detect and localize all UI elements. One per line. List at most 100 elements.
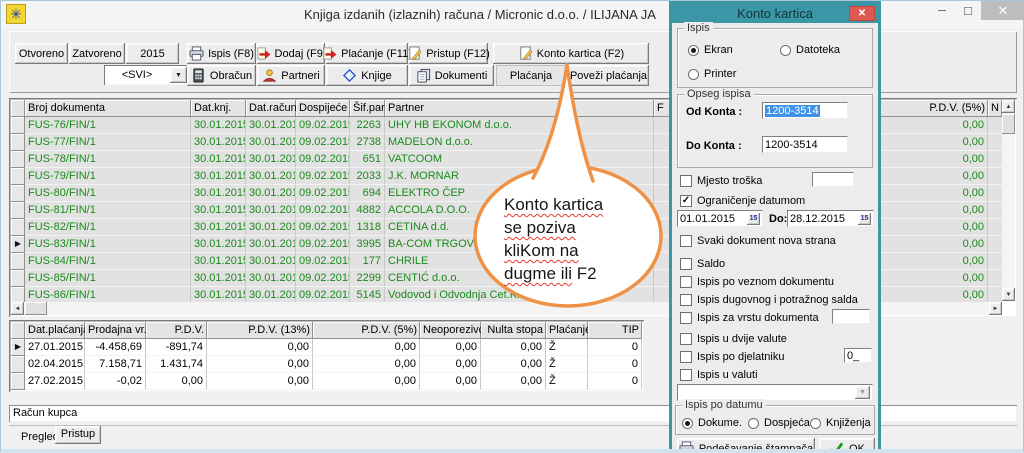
header-dat-knj: Dat.knj. (191, 100, 246, 117)
checkbox-veznom[interactable]: Ispis po veznom dokumentu (680, 275, 834, 289)
radio-datoteka[interactable]: Datoteka (780, 43, 840, 57)
checkbox-vrstu-dokumenta[interactable]: Ispis za vrstu dokumenta (680, 311, 819, 325)
minimize-icon[interactable]: ─ (929, 1, 955, 21)
do-konta-input[interactable]: 1200-3514 (762, 136, 848, 153)
cell-pdv5: 0,00 (869, 219, 988, 236)
date-from-value: 01.01.2015 (680, 213, 735, 225)
dialog-title-bar[interactable]: Konto kartica (672, 4, 878, 23)
radio-knjizenja[interactable]: Knjiženja (810, 416, 871, 430)
scroll-left-icon[interactable]: ◄ (11, 302, 24, 315)
radio-printer[interactable]: Printer (688, 67, 736, 81)
chevron-down-icon[interactable]: ▼ (855, 386, 870, 399)
zatvoreno-label: Zatvoreno (72, 48, 122, 60)
ispis-button[interactable]: Ispis (F8) (187, 43, 256, 64)
otvoreno-label: Otvoreno (19, 48, 64, 60)
checkbox-mjesto-troska[interactable]: Mjesto troška (680, 174, 762, 188)
cell: 0,00 (207, 356, 313, 373)
checkbox-label: Ispis po veznom dokumentu (697, 276, 834, 288)
tab-pristup[interactable]: Pristup (55, 426, 101, 444)
vertical-scrollbar[interactable]: ▲ ▼ (1002, 100, 1015, 301)
checkbox-icon (680, 351, 692, 363)
cell-dospijece: 09.02.2015 (296, 151, 350, 168)
cell: 0,00 (481, 339, 546, 356)
placanje-label: Plaćanje (F11) (341, 48, 412, 60)
partneri-button[interactable]: Partneri (257, 65, 325, 86)
maximize-icon[interactable]: □ (955, 1, 981, 21)
djelatnik-input[interactable]: 0_ (844, 348, 872, 363)
knjige-button[interactable]: Knjige (326, 65, 408, 86)
cell: 0,00 (207, 373, 313, 390)
checkbox-valuti[interactable]: Ispis u valuti (680, 368, 758, 382)
checkbox-saldo[interactable]: Saldo (680, 257, 725, 271)
scroll-down-icon[interactable]: ▼ (1002, 288, 1015, 301)
cell-pdv5: 0,00 (869, 134, 988, 151)
cell-dospijece: 09.02.2015 (296, 185, 350, 202)
row-selector (11, 134, 25, 151)
printer-setup-button[interactable]: Podešavanje štampača (677, 438, 815, 453)
printer-icon (679, 441, 694, 453)
checkbox-djelatniku[interactable]: Ispis po djelatniku (680, 350, 784, 364)
callout-line: dugme ili (504, 264, 572, 283)
calendar-icon[interactable]: 15 (858, 213, 871, 225)
placanje-button[interactable]: Plaćanje (F11) (326, 43, 408, 64)
current-row-arrow-icon: ▶ (11, 236, 25, 253)
dodaj-button[interactable]: Dodaj (F9) (257, 43, 325, 64)
row-selector (11, 219, 25, 236)
date-to-input[interactable]: 28.12.2015 15 (787, 210, 874, 227)
app-icon: ✳ (6, 4, 26, 24)
cell-datracuna: 30.01.2015 (246, 219, 296, 236)
filter-combobox[interactable]: <SVI> ▼ (104, 65, 189, 85)
ispis-po-datumu-group: Ispis po datumu Dokume. Dospjeća Knjižen… (675, 405, 875, 435)
close-icon[interactable]: ✕ (981, 1, 1024, 20)
payment-row-current[interactable]: ▶ 27.01.2015 -4.458,69 -891,74 0,00 0,00… (11, 339, 642, 356)
otvoreno-button[interactable]: Otvoreno (15, 43, 68, 64)
radio-dokume[interactable]: Dokume. (682, 416, 742, 430)
mjesto-troska-input[interactable] (812, 172, 854, 187)
row-selector (11, 270, 25, 287)
payment-row[interactable]: 02.04.2015 7.158,71 1.431,74 0,00 0,00 0… (11, 356, 642, 373)
checkbox-dvije-valute[interactable]: Ispis u dvije valute (680, 332, 787, 346)
chevron-down-icon[interactable]: ▼ (170, 67, 187, 83)
header-selector (11, 322, 25, 339)
radio-label: Ekran (704, 44, 733, 56)
calendar-icon[interactable]: 15 (747, 213, 760, 225)
cell-datknj: 30.01.2015 (191, 168, 246, 185)
ok-button[interactable]: OK (819, 438, 875, 453)
do-label: Do: (769, 213, 787, 225)
window-title: Knjiga izdanih (izlaznih) računa / Micro… (304, 7, 656, 22)
checkbox-dugovnog[interactable]: Ispis dugovnog i potražnog salda (680, 293, 858, 307)
dialog-close-icon[interactable]: ✕ (849, 6, 875, 21)
radio-label: Dospjeća (764, 417, 810, 429)
od-konta-input[interactable]: 1200-3514 (762, 102, 848, 119)
checkbox-svaki-dokument[interactable]: Svaki dokument nova strana (680, 234, 836, 248)
vertical-scroll-thumb[interactable] (1002, 114, 1015, 134)
year-button[interactable]: 2015 (126, 43, 179, 64)
radio-ekran[interactable]: Ekran (688, 43, 733, 57)
checkbox-icon (680, 276, 692, 288)
dialog-title: Konto kartica (737, 6, 813, 21)
cell-dospijece: 09.02.2015 (296, 236, 350, 253)
cell-dospijece: 09.02.2015 (296, 270, 350, 287)
checkbox-checked-icon (680, 195, 692, 207)
radio-label: Printer (704, 68, 736, 80)
check-icon (829, 441, 844, 453)
checkbox-label: Mjesto troška (697, 175, 762, 187)
zatvoreno-button[interactable]: Zatvoreno (69, 43, 125, 64)
checkbox-ogranicenje-datumom[interactable]: Ograničenje datumom (680, 194, 805, 208)
horizontal-scroll-thumb[interactable] (25, 302, 47, 315)
date-from-input[interactable]: 01.01.2015 15 (677, 210, 763, 227)
checkbox-icon (680, 369, 692, 381)
cell-sifpart: 694 (350, 185, 385, 202)
payment-row[interactable]: 27.02.2015 -0,02 0,00 0,00 0,00 0,00 0,0… (11, 373, 642, 390)
obracun-label: Obračun (210, 70, 252, 82)
scroll-up-icon[interactable]: ▲ (1002, 100, 1015, 113)
header-dospijece: Dospijeće (296, 100, 350, 117)
scroll-right-icon[interactable]: ► (989, 302, 1002, 315)
cell-sifpart: 2738 (350, 134, 385, 151)
obracun-button[interactable]: Obračun (187, 65, 256, 86)
vrsta-dokumenta-input[interactable] (832, 309, 870, 324)
diamond-book-icon (342, 68, 357, 83)
od-konta-label: Od Konta : (686, 106, 742, 118)
checkbox-icon (680, 312, 692, 324)
radio-dospjeca[interactable]: Dospjeća (748, 416, 810, 430)
